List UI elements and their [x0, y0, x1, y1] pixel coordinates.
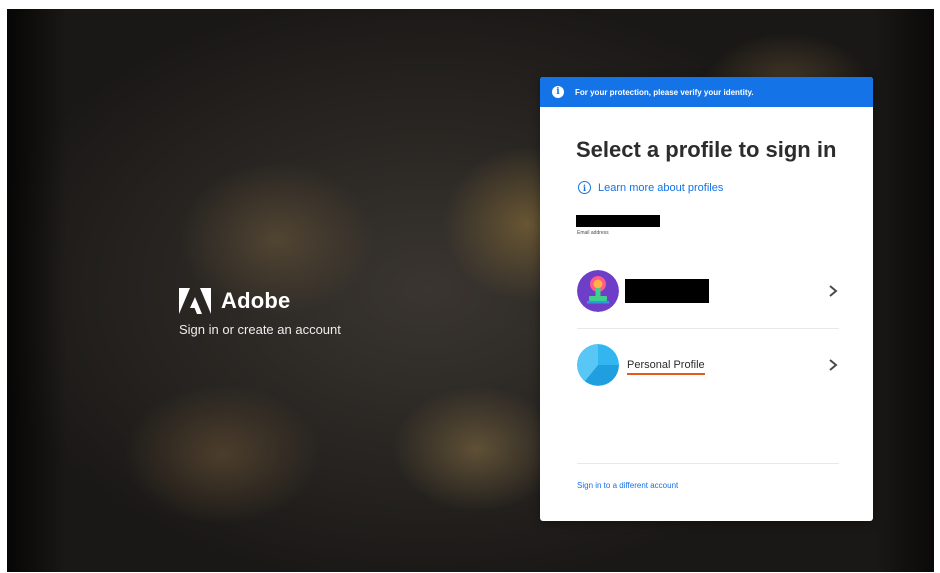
brand-block: Adobe Sign in or create an account: [179, 288, 341, 337]
divider: [577, 328, 839, 329]
chevron-right-icon: [829, 359, 838, 371]
learn-more-text: Learn more about profiles: [598, 181, 724, 194]
brand-name: Adobe: [221, 288, 291, 313]
email-label: Email address: [577, 230, 609, 236]
profile-select-card: i For your protection, please verify you…: [540, 77, 873, 521]
divider: [577, 463, 839, 464]
email-redacted: [576, 215, 660, 227]
stamp-avatar-icon: [577, 270, 619, 312]
pie-avatar-icon: [577, 344, 619, 386]
profile-item-personal[interactable]: Personal Profile: [577, 339, 839, 391]
profile-item-business[interactable]: [577, 265, 839, 317]
info-icon: i: [552, 86, 564, 98]
banner-text: For your protection, please verify your …: [575, 87, 754, 97]
verification-banner: i For your protection, please verify you…: [540, 77, 873, 107]
learn-more-link[interactable]: i Learn more about profiles: [578, 181, 723, 194]
brand-tagline: Sign in or create an account: [179, 322, 341, 337]
profile-name-redacted: [625, 279, 709, 303]
profile-name: Personal Profile: [627, 359, 705, 375]
adobe-logo-icon: [179, 288, 211, 314]
different-account-link[interactable]: Sign in to a different account: [577, 481, 678, 490]
chevron-right-icon: [829, 285, 838, 297]
info-circle-icon: i: [578, 181, 591, 194]
page-title: Select a profile to sign in: [576, 137, 837, 162]
